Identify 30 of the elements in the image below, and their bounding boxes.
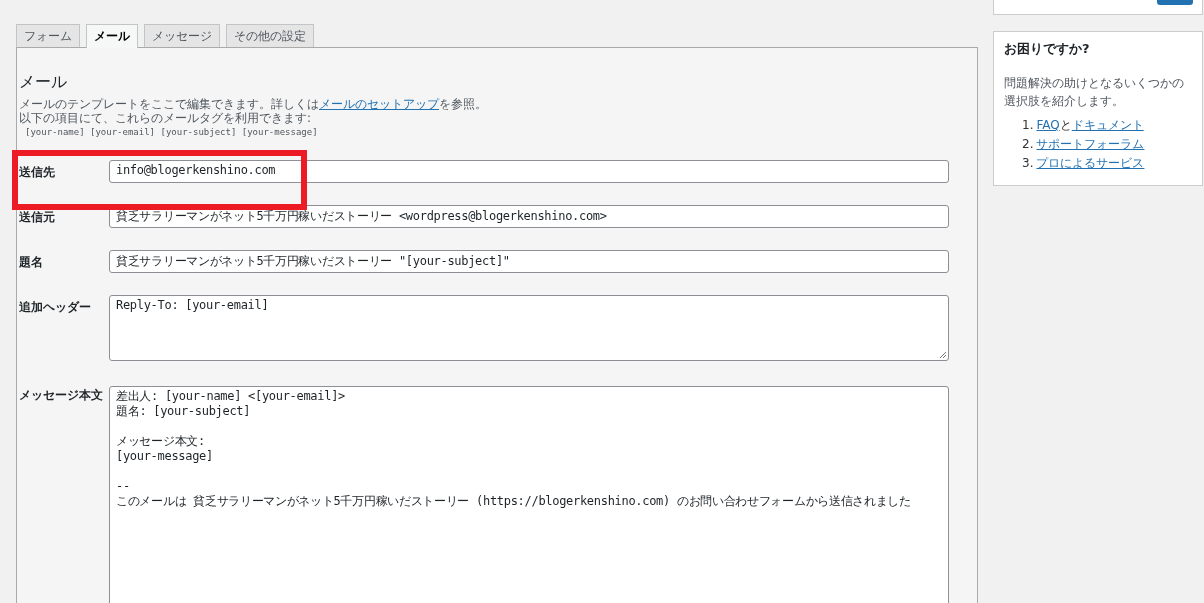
tab[interactable]: メッセージ bbox=[144, 24, 220, 47]
input-field[interactable]: info@blogerkenshino.com bbox=[109, 160, 949, 183]
message-body-textarea[interactable]: 差出人: [your-name] <[your-email]> 題名: [your-subject] メッセージ本文: [your-message] -- このメールは 貧乏サラリーマンがネット5千万円稼いだストーリー (https://blogerkenshino.com) のお問い合わせフォームから送信されました bbox=[109, 386, 949, 603]
field-label: 追加ヘッダー bbox=[19, 299, 92, 316]
field-label: 送信元 bbox=[19, 209, 56, 226]
help-text: 問題解決の助けとなるいくつかの選択肢を紹介します。 bbox=[1004, 75, 1185, 110]
tab[interactable]: メール bbox=[86, 24, 138, 48]
mail-tags: [your-name] [your-email] [your-subject] [your-message] bbox=[25, 127, 949, 137]
joiner-text: と bbox=[1059, 118, 1072, 132]
list-number: 2. bbox=[1022, 137, 1034, 151]
intro-text: メールのテンプレートをここで編集できます。詳しくはメールのセットアップを参照。 bbox=[19, 97, 488, 111]
input-field[interactable]: 貧乏サラリーマンがネット5千万円稼いだストーリー "[your-subject]" bbox=[109, 250, 949, 273]
input-field[interactable]: 貧乏サラリーマンがネット5千万円稼いだストーリー <wordpress@blogerkenshino.com> bbox=[109, 205, 949, 228]
list-number: 1. bbox=[1022, 118, 1034, 132]
field-label: 題名 bbox=[19, 254, 44, 271]
help-title: お困りですか? bbox=[1004, 40, 1091, 58]
help-link[interactable]: ドキュメント bbox=[1071, 118, 1144, 132]
tab[interactable]: フォーム bbox=[16, 24, 80, 47]
list-number: 3. bbox=[1022, 156, 1034, 170]
tags-note: 以下の項目にて、これらのメールタグを利用できます: bbox=[19, 111, 313, 125]
tab[interactable]: その他の設定 bbox=[226, 24, 314, 47]
section-heading: メール bbox=[19, 72, 68, 93]
header-textarea[interactable]: Reply-To: [your-email] bbox=[109, 295, 949, 361]
help-link[interactable]: FAQ bbox=[1036, 118, 1060, 132]
help-link[interactable]: サポートフォーラム bbox=[1036, 137, 1145, 151]
help-link[interactable]: プロによるサービス bbox=[1036, 156, 1145, 170]
setup-link[interactable]: メールのセットアップ bbox=[319, 97, 439, 111]
field-label: メッセージ本文 bbox=[19, 387, 104, 404]
resize-grip-icon[interactable] bbox=[939, 351, 947, 359]
field-label: 送信先 bbox=[19, 164, 56, 181]
